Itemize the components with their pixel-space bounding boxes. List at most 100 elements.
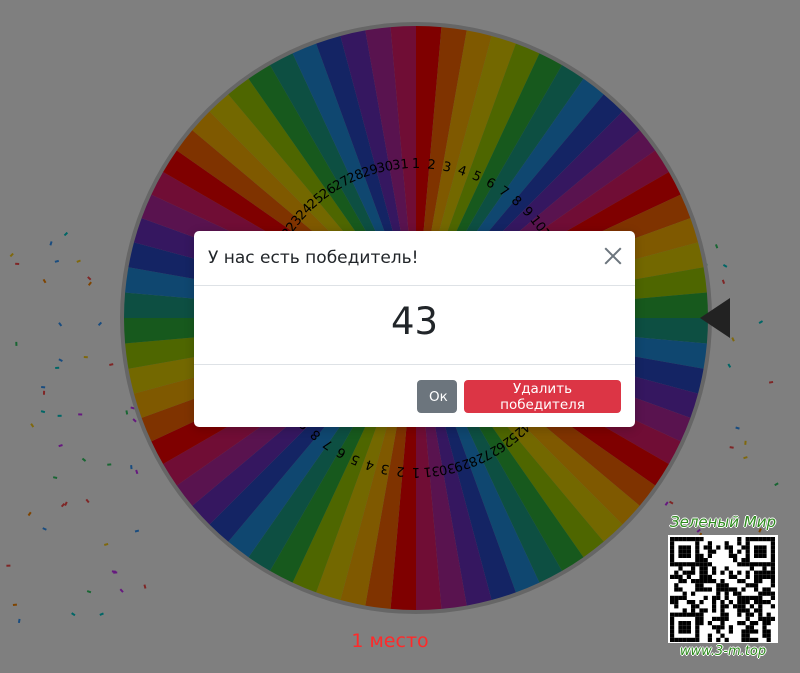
qr-module (707, 562, 712, 567)
qr-module (703, 587, 708, 592)
qr-module (745, 570, 750, 575)
qr-module (699, 600, 704, 605)
qr-module (741, 558, 746, 563)
qr-module (758, 604, 763, 609)
qr-module (670, 595, 675, 600)
brand-url: www.3-m.top (679, 644, 767, 659)
qr-module (745, 574, 750, 579)
qr-module (737, 591, 742, 596)
qr-module (682, 562, 687, 567)
qr-module (686, 545, 691, 550)
qr-module (770, 562, 775, 567)
qr-module (741, 637, 746, 642)
qr-module (691, 562, 696, 567)
close-icon[interactable] (603, 246, 623, 266)
qr-module (699, 612, 704, 617)
qr-module (741, 608, 746, 613)
qr-module (707, 545, 712, 550)
qr-module (695, 612, 700, 617)
qr-module (724, 545, 729, 550)
qr-module (745, 600, 750, 605)
qr-module (758, 612, 763, 617)
qr-module (686, 600, 691, 605)
qr-module (695, 587, 700, 592)
qr-module (766, 612, 771, 617)
qr-module (707, 541, 712, 546)
qr-module (728, 629, 733, 634)
qr-module (758, 595, 763, 600)
qr-module (695, 558, 700, 563)
qr-module (670, 541, 675, 546)
qr-module (716, 591, 721, 596)
qr-module (712, 549, 717, 554)
qr-module (749, 629, 754, 634)
qr-module (749, 604, 754, 609)
delete-winner-button[interactable]: Удалить победителя (464, 380, 621, 413)
qr-module (762, 587, 767, 592)
qr-module (720, 612, 725, 617)
qr-module (745, 633, 750, 638)
qr-module (716, 616, 721, 621)
qr-module (724, 566, 729, 571)
qr-module (674, 583, 679, 588)
qr-module (754, 629, 759, 634)
qr-module (737, 604, 742, 609)
qr-module (686, 553, 691, 558)
qr-module (703, 595, 708, 600)
qr-module (686, 562, 691, 567)
qr-module (682, 553, 687, 558)
qr-module (674, 537, 679, 542)
qr-module (754, 574, 759, 579)
qr-module (741, 633, 746, 638)
qr-module (741, 621, 746, 626)
qr-module (716, 637, 721, 642)
qr-module (745, 545, 750, 550)
qr-module (720, 600, 725, 605)
qr-module (762, 616, 767, 621)
qr-module (712, 566, 717, 571)
qr-module (674, 587, 679, 592)
winner-number: 43 (194, 286, 635, 365)
ok-button[interactable]: Ок (417, 380, 457, 413)
qr-module (749, 595, 754, 600)
qr-module (703, 562, 708, 567)
qr-module (682, 629, 687, 634)
qr-module (754, 587, 759, 592)
qr-module (762, 629, 767, 634)
qr-module (670, 637, 675, 642)
qr-module (770, 591, 775, 596)
qr-module (758, 591, 763, 596)
qr-module (754, 579, 759, 584)
qr-module (762, 625, 767, 630)
qr-module (695, 621, 700, 626)
qr-module (720, 583, 725, 588)
qr-module (682, 637, 687, 642)
qr-module (758, 537, 763, 542)
qr-module (707, 579, 712, 584)
qr-module (670, 633, 675, 638)
qr-module (749, 537, 754, 542)
qr-module (766, 600, 771, 605)
qr-module (733, 553, 738, 558)
qr-module (695, 633, 700, 638)
qr-module (678, 545, 683, 550)
qr-module (682, 570, 687, 575)
qr-module (762, 549, 767, 554)
qr-module (703, 570, 708, 575)
qr-module (758, 600, 763, 605)
qr-module (707, 633, 712, 638)
qr-module (670, 545, 675, 550)
qr-module (770, 566, 775, 571)
qr-module (737, 562, 742, 567)
qr-module (741, 587, 746, 592)
qr-module (703, 579, 708, 584)
qr-module (762, 562, 767, 567)
qr-module (766, 562, 771, 567)
qr-module (691, 579, 696, 584)
qr-module (712, 625, 717, 630)
qr-module (695, 553, 700, 558)
qr-module (749, 637, 754, 642)
brand-badge[interactable]: Зеленый Мир www.3-m.top (664, 513, 782, 661)
qr-module (695, 637, 700, 642)
qr-module (686, 629, 691, 634)
